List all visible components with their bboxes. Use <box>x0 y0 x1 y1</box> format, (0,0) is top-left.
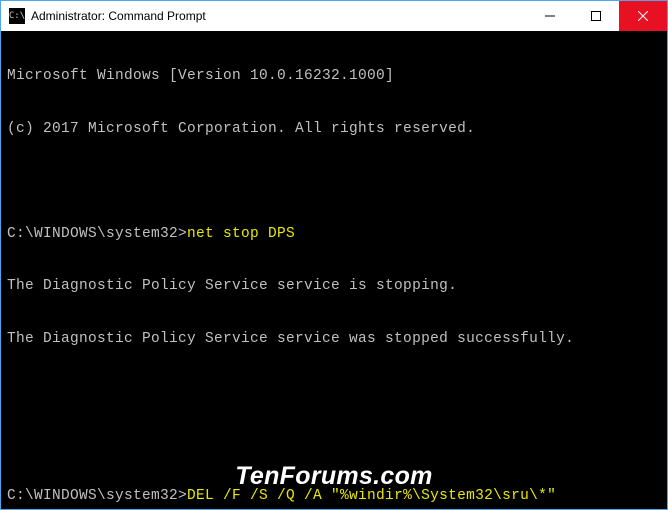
blank-line <box>7 173 661 191</box>
command-line-1: C:\WINDOWS\system32>net stop DPS <box>7 226 661 244</box>
titlebar[interactable]: C:\ Administrator: Command Prompt <box>1 1 667 31</box>
output-line: The Diagnostic Policy Service service wa… <box>7 331 661 349</box>
command-text: DEL /F /S /Q /A "%windir%\System32\sru\*… <box>187 488 556 504</box>
copyright-line: (c) 2017 Microsoft Corporation. All righ… <box>7 121 661 139</box>
window-title: Administrator: Command Prompt <box>31 9 527 23</box>
version-line: Microsoft Windows [Version 10.0.16232.10… <box>7 68 661 86</box>
output-line: The Diagnostic Policy Service service is… <box>7 278 661 296</box>
close-button[interactable] <box>619 1 667 31</box>
maximize-button[interactable] <box>573 1 619 31</box>
minimize-icon <box>545 11 555 21</box>
command-text: net stop DPS <box>187 226 295 242</box>
close-icon <box>638 11 648 21</box>
window-controls <box>527 1 667 31</box>
app-icon-glyph: C:\ <box>9 12 25 21</box>
prompt: C:\WINDOWS\system32> <box>7 488 187 504</box>
app-icon: C:\ <box>9 8 25 24</box>
command-line-2: C:\WINDOWS\system32>DEL /F /S /Q /A "%wi… <box>7 488 661 506</box>
minimize-button[interactable] <box>527 1 573 31</box>
blank-line <box>7 383 661 401</box>
prompt: C:\WINDOWS\system32> <box>7 226 187 242</box>
command-prompt-window: C:\ Administrator: Command Prompt Micros… <box>0 0 668 510</box>
terminal-area[interactable]: Microsoft Windows [Version 10.0.16232.10… <box>1 31 667 509</box>
maximize-icon <box>591 11 601 21</box>
blank-line <box>7 436 661 454</box>
watermark-text: TenForums.com <box>1 468 667 486</box>
